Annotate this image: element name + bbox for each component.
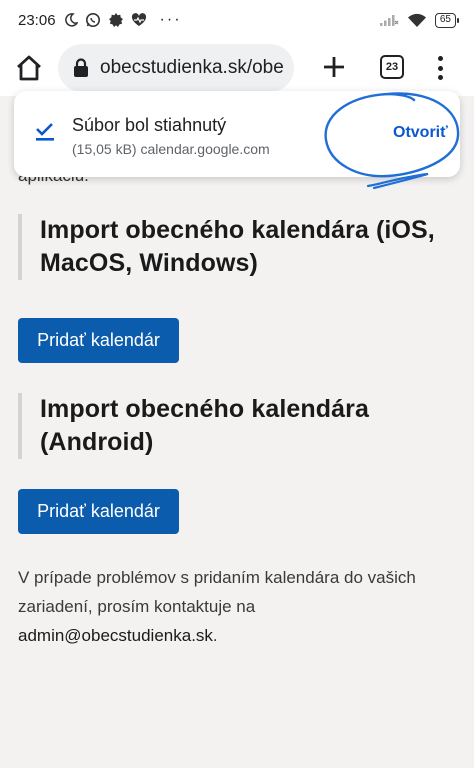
more-notifications-icon: ··· — [159, 11, 182, 28]
status-bar: 23:06 ··· 65 — [0, 0, 474, 40]
add-calendar-button-android[interactable]: Pridať kalendár — [18, 489, 179, 534]
import-section-android: Import obecného kalendára (Android) — [18, 393, 400, 459]
lock-icon — [74, 58, 88, 77]
wifi-icon — [407, 13, 426, 27]
contact-email-link[interactable]: admin@obecstudienka.sk — [18, 626, 213, 645]
new-tab-icon[interactable] — [320, 53, 348, 81]
battery-level: 65 — [439, 14, 451, 25]
heart-pulse-icon — [131, 13, 146, 26]
help-text-body: V prípade problémov s pridaním kalendára… — [18, 568, 416, 616]
page-content: aplikáciu. Import obecného kalendára (iO… — [0, 96, 474, 768]
url-bar[interactable]: obecstudienka.sk/obe — [58, 44, 294, 92]
download-title: Súbor bol stiahnutý — [72, 115, 227, 135]
add-calendar-button-ios[interactable]: Pridať kalendár — [18, 318, 179, 363]
section-heading: Import obecného kalendára (iOS, MacOS, W… — [40, 216, 435, 277]
help-text: V prípade problémov s pridaním kalendára… — [18, 563, 438, 650]
signal-icon — [379, 15, 399, 26]
app-badge-icon — [108, 13, 123, 27]
home-icon[interactable] — [14, 53, 44, 83]
url-text: obecstudienka.sk/obe — [100, 57, 284, 78]
browser-toolbar: obecstudienka.sk/obe 23 — [0, 40, 474, 96]
status-time: 23:06 — [18, 11, 56, 29]
help-text-end: . — [212, 626, 218, 645]
open-download-button[interactable]: Otvoriť — [393, 124, 448, 142]
tab-switcher-button[interactable]: 23 — [380, 55, 404, 79]
notification-icons: ··· — [64, 11, 182, 29]
import-section-ios: Import obecného kalendára (iOS, MacOS, W… — [18, 214, 474, 280]
download-notification: Súbor bol stiahnutý (15,05 kB) calendar.… — [14, 91, 460, 177]
section-heading: Import obecného kalendára (Android) — [40, 395, 369, 456]
download-details: (15,05 kB) calendar.google.com — [72, 141, 270, 157]
download-complete-icon — [36, 123, 54, 141]
battery-indicator: 65 — [434, 12, 460, 28]
whatsapp-icon — [85, 13, 100, 27]
tab-count: 23 — [385, 61, 399, 73]
moon-icon — [64, 13, 78, 27]
more-menu-icon[interactable] — [430, 54, 450, 82]
system-indicators: 65 — [379, 12, 460, 28]
